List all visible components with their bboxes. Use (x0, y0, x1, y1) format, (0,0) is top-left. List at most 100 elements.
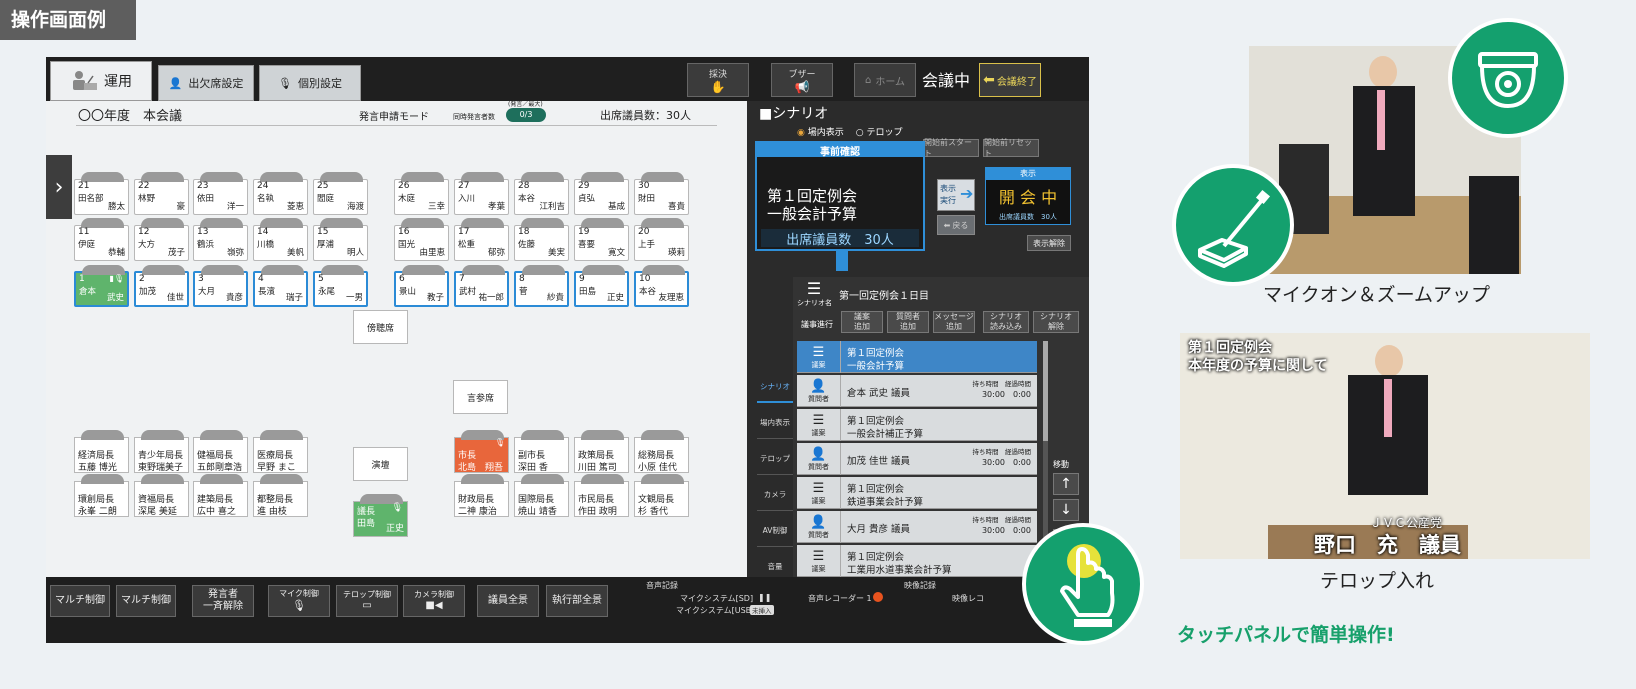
row-subtitle: 一般会計補正予算 (847, 429, 924, 440)
official-seat[interactable]: 副市長 深田 香 (514, 430, 569, 473)
scenario-row[interactable]: ☰ 議案 第１回定例会 工業用水道事業会計予算 (797, 545, 1037, 577)
release-speakers-l2: 一斉解除 (203, 601, 243, 612)
chair-given-name: 正史 (385, 524, 404, 534)
scenario-row[interactable]: ☰ 議案 第１回定例会 一般会計補正予算 (797, 409, 1037, 441)
seat-25[interactable]: 25 閻庭 海渡 (313, 172, 368, 215)
all-members-view-button[interactable]: 議員全景 (477, 585, 539, 617)
seat-29[interactable]: 29 貞弘 基成 (574, 172, 629, 215)
seat-15[interactable]: 15 厚浦 明人 (313, 218, 368, 261)
gallery-seat-label: 傍聴席 (366, 323, 394, 334)
seat-19[interactable]: 19 喜要 寛文 (574, 218, 629, 261)
official-seat[interactable]: 財政局長 二神 康治 (454, 474, 509, 517)
mayor-seat[interactable]: 市長 北島 翔吾 🎙 (454, 430, 509, 473)
seat-surname: 依田 (197, 194, 215, 204)
audio-recorder-label: 音声レコーダー 1 (808, 594, 872, 603)
official-name: 東野瑞美子 (138, 463, 184, 473)
seat-27[interactable]: 27 入川 孝葉 (454, 172, 509, 215)
side-tab[interactable]: 場内表示 (757, 407, 793, 439)
official-seat[interactable]: 建築局長 広中 喜之 (193, 474, 248, 517)
seat-surname: 名執 (257, 194, 275, 204)
end-meeting-label: 会議終了 (996, 76, 1037, 88)
multi-control-button-2[interactable]: マルチ制御 (116, 585, 176, 617)
seat-given-name: 紗貴 (546, 293, 564, 303)
seat-top (261, 265, 304, 275)
official-seat[interactable]: 環創局長 永峯 二朗 (74, 474, 129, 517)
official-seat[interactable]: 市民局長 作田 政明 (574, 474, 629, 517)
move-down-button[interactable]: ↓ (1053, 499, 1079, 521)
release-speakers-button[interactable]: 発言者 一斉解除 (192, 585, 254, 617)
seat-11[interactable]: 11 伊庭 恭輔 (74, 218, 129, 261)
scenario-row[interactable]: ☰ 議案 第１回定例会 一般会計予算 (797, 341, 1037, 373)
official-name: 二神 康治 (458, 507, 497, 517)
seat-10[interactable]: 10 本谷 友理恵 (634, 265, 689, 307)
scrollbar-thumb[interactable] (1043, 341, 1048, 441)
gallery-seat[interactable]: 傍聴席 (353, 310, 408, 344)
camera-control-button[interactable]: カメラ制御 ■◀ (403, 585, 465, 617)
podium-seat[interactable]: 演壇 (353, 447, 408, 481)
seat-2[interactable]: 2 加茂 佳世 (134, 265, 189, 307)
official-seat[interactable]: 健福局長 五郎剛章浩 (193, 430, 248, 473)
bill-icon-cell: ☰ 議案 (797, 409, 841, 441)
seat-13[interactable]: 13 鶴浜 嶺弥 (193, 218, 248, 261)
chairperson-seat[interactable]: 議長 🎙 田島 正史 (353, 494, 408, 537)
seat-26[interactable]: 26 木庭 三幸 (394, 172, 449, 215)
seat-surname: 本谷 (639, 287, 657, 297)
seat-top (141, 430, 184, 440)
release-speakers-l1: 発言者 (208, 588, 238, 600)
seat-number: 7 (459, 274, 465, 284)
official-seat[interactable]: 総務局長 小原 佳代 (634, 430, 689, 473)
seat-4[interactable]: 4 長濱 瑞子 (253, 265, 308, 307)
mic-zoom-caption: マイクオン＆ズームアップ (1263, 284, 1491, 306)
seat-18[interactable]: 18 佐藤 美実 (514, 218, 569, 261)
official-seat[interactable]: 医療局長 早野 まこ (253, 430, 308, 473)
buzzer-button[interactable]: ブザー 📢 (771, 63, 833, 97)
home-button[interactable]: ⌂ ホーム (854, 63, 916, 97)
seat-22[interactable]: 22 林野豪 (134, 172, 189, 215)
scenario-row[interactable]: ☰ 議案 第１回定例会 鉄道事業会計予算 (797, 477, 1037, 509)
seat-23[interactable]: 23 依田 洋一 (193, 172, 248, 215)
side-tab[interactable]: テロップ (757, 443, 793, 475)
scenario-row[interactable]: 👤 質問者 加茂 佳世 議員 持ち時間 経過時間 30:00 0:00 (797, 443, 1037, 475)
official-seat[interactable]: 国際局長 焼山 靖香 (514, 474, 569, 517)
all-executives-view-button[interactable]: 執行部全景 (546, 585, 608, 617)
seat-7[interactable]: 7 武村 祐一郎 (454, 265, 509, 307)
side-tab[interactable]: AV制御 (757, 515, 793, 547)
multi-control-button-1[interactable]: マルチ制御 (50, 585, 110, 617)
seat-30[interactable]: 30 財田 喜貴 (634, 172, 689, 215)
seat-24[interactable]: 24 名執 菱恵 (253, 172, 308, 215)
official-seat[interactable]: 資福局長 深尾 美延 (134, 474, 189, 517)
side-tab[interactable]: カメラ (757, 479, 793, 511)
move-up-button[interactable]: ↑ (1053, 473, 1079, 495)
seat-8[interactable]: 8 菅紗貴 (514, 265, 569, 307)
seat-14[interactable]: 14 川橋 美帆 (253, 218, 308, 261)
scenario-row[interactable]: 👤 質問者 大月 貴彦 議員 持ち時間 経過時間 30:00 0:00 (797, 511, 1037, 543)
official-seat[interactable]: 都整局長進 由枝 (253, 474, 308, 517)
seat-6[interactable]: 6 景山 教子 (394, 265, 449, 307)
seat-3[interactable]: 3 大月 貴彦 (193, 265, 248, 307)
scenario-row[interactable]: 👤 質問者 倉本 武史 議員 持ち時間 経過時間 30:00 0:00 (797, 375, 1037, 407)
reference-seat[interactable]: 言参席 (453, 380, 508, 414)
mic-control-button[interactable]: マイク制御 🎙 (268, 585, 330, 617)
seat-17[interactable]: 17 松重 郁弥 (454, 218, 509, 261)
official-seat[interactable]: 青少年局長 東野瑞美子 (134, 430, 189, 473)
seat-1[interactable]: 1 倉本 武史 ▮🎙 (74, 265, 129, 307)
seat-28[interactable]: 28 本谷 江利吉 (514, 172, 569, 215)
camera-icon: ■◀ (425, 599, 443, 611)
telop-control-button[interactable]: テロップ制御 ▭ (336, 585, 398, 617)
seat-9[interactable]: 9 田島 正史 (574, 265, 629, 307)
seat-12[interactable]: 12 大方 茂子 (134, 218, 189, 261)
official-seat[interactable]: 政策局長 川田 篤司 (574, 430, 629, 473)
meeting-status: 会議中 (922, 71, 971, 90)
end-meeting-button[interactable]: ⬅ 会議終了 (979, 63, 1041, 97)
seat-number: 28 (518, 181, 530, 191)
seat-top (200, 430, 243, 440)
seat-surname: 松重 (458, 240, 476, 250)
seat-top (200, 474, 243, 484)
official-seat[interactable]: 文観局長杉 香代 (634, 474, 689, 517)
seat-20[interactable]: 20 上手 瑛莉 (634, 218, 689, 261)
seat-21[interactable]: 21 田名部 勝太 (74, 172, 129, 215)
seat-16[interactable]: 16 国光 由里恵 (394, 218, 449, 261)
seat-5[interactable]: 5 永尾 一男 (313, 265, 368, 307)
side-tab[interactable]: シナリオ (757, 371, 793, 403)
official-seat[interactable]: 経済局長 五藤 博光 (74, 430, 129, 473)
